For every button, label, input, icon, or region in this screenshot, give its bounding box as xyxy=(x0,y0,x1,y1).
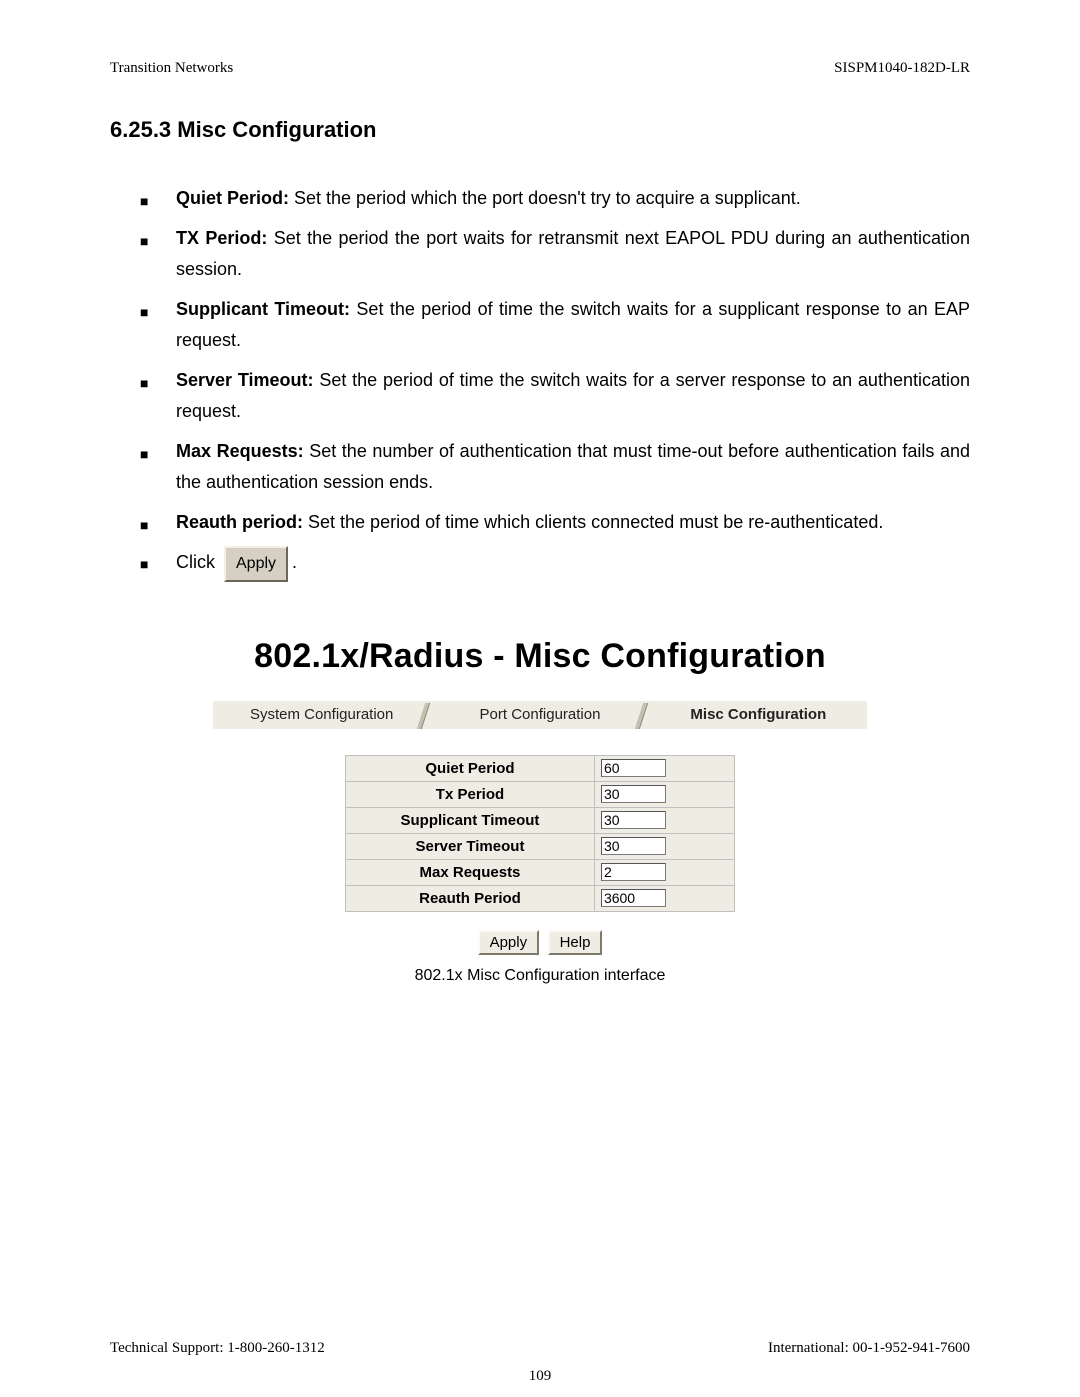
footer-left: Technical Support: 1-800-260-1312 xyxy=(110,1340,325,1357)
table-row: Quiet Period xyxy=(346,756,735,782)
click-prefix: Click xyxy=(176,552,220,572)
page-footer: Technical Support: 1-800-260-1312 Intern… xyxy=(110,1340,970,1357)
table-row: Max Requests xyxy=(346,860,735,886)
tx-period-input[interactable] xyxy=(601,785,666,803)
bullet-item: ■ Supplicant Timeout: Set the period of … xyxy=(140,294,970,357)
figure: 802.1x/Radius - Misc Configuration Syste… xyxy=(110,637,970,985)
header-left: Transition Networks xyxy=(110,60,233,77)
bullet-item: ■ Quiet Period: Set the period which the… xyxy=(140,183,970,215)
bullet-bold: Server Timeout: xyxy=(176,370,314,390)
page: Transition Networks SISPM1040-182D-LR 6.… xyxy=(0,0,1080,1397)
server-timeout-input[interactable] xyxy=(601,837,666,855)
table-row: Tx Period xyxy=(346,782,735,808)
bullet-rest: Set the period the port waits for retran… xyxy=(176,228,970,280)
bullet-text: TX Period: Set the period the port waits… xyxy=(176,223,970,286)
apply-button-inline[interactable]: Apply xyxy=(224,546,288,582)
bullet-marker-icon: ■ xyxy=(140,223,176,286)
bullet-marker-icon: ■ xyxy=(140,507,176,539)
bullet-item: ■ Click Apply. xyxy=(140,546,970,582)
bullet-marker-icon: ■ xyxy=(140,294,176,357)
tab-divider-icon xyxy=(859,703,867,729)
tab-divider-icon xyxy=(423,703,431,729)
bullet-marker-icon: ■ xyxy=(140,436,176,499)
bullet-bold: Quiet Period: xyxy=(176,188,289,208)
bullet-item: ■ Max Requests: Set the number of authen… xyxy=(140,436,970,499)
tab-system-configuration[interactable]: System Configuration xyxy=(213,701,431,729)
quiet-period-input[interactable] xyxy=(601,759,666,777)
row-label: Supplicant Timeout xyxy=(346,808,595,834)
bullet-bold: Max Requests: xyxy=(176,441,304,461)
tab-label: Misc Configuration xyxy=(690,706,826,723)
tab-divider-icon xyxy=(641,703,649,729)
click-suffix: . xyxy=(292,552,297,572)
bullet-item: ■ Server Timeout: Set the period of time… xyxy=(140,365,970,428)
row-label: Reauth Period xyxy=(346,886,595,912)
bullet-marker-icon: ■ xyxy=(140,365,176,428)
table-row: Server Timeout xyxy=(346,834,735,860)
bullet-item: ■ Reauth period: Set the period of time … xyxy=(140,507,970,539)
bullet-item: ■ TX Period: Set the period the port wai… xyxy=(140,223,970,286)
figure-caption: 802.1x Misc Configuration interface xyxy=(110,967,970,985)
reauth-period-input[interactable] xyxy=(601,889,666,907)
row-label: Quiet Period xyxy=(346,756,595,782)
tab-bar: System Configuration Port Configuration … xyxy=(213,701,868,729)
bullet-text: Server Timeout: Set the period of time t… xyxy=(176,365,970,428)
section-heading: 6.25.3 Misc Configuration xyxy=(110,117,970,143)
bullet-bold: TX Period: xyxy=(176,228,267,248)
max-requests-input[interactable] xyxy=(601,863,666,881)
header-right: SISPM1040-182D-LR xyxy=(834,60,970,77)
supplicant-timeout-input[interactable] xyxy=(601,811,666,829)
figure-title: 802.1x/Radius - Misc Configuration xyxy=(110,637,970,676)
tab-label: System Configuration xyxy=(250,706,393,723)
bullet-marker-icon: ■ xyxy=(140,546,176,582)
bullet-bold: Supplicant Timeout: xyxy=(176,299,350,319)
table-row: Reauth Period xyxy=(346,886,735,912)
bullet-text: Click Apply. xyxy=(176,546,970,582)
page-header: Transition Networks SISPM1040-182D-LR xyxy=(110,60,970,77)
config-table: Quiet Period Tx Period Supplicant Timeou… xyxy=(345,755,735,912)
bullet-text: Max Requests: Set the number of authenti… xyxy=(176,436,970,499)
help-button[interactable]: Help xyxy=(548,930,603,955)
page-number: 109 xyxy=(0,1368,1080,1385)
action-row: Apply Help xyxy=(110,930,970,955)
bullet-bold: Reauth period: xyxy=(176,512,303,532)
bullet-rest: Set the period of time which clients con… xyxy=(303,512,883,532)
apply-button[interactable]: Apply xyxy=(478,930,540,955)
row-label: Max Requests xyxy=(346,860,595,886)
bullet-text: Supplicant Timeout: Set the period of ti… xyxy=(176,294,970,357)
tab-label: Port Configuration xyxy=(480,706,601,723)
bullet-text: Reauth period: Set the period of time wh… xyxy=(176,507,970,539)
tab-misc-configuration[interactable]: Misc Configuration xyxy=(649,701,867,729)
row-label: Server Timeout xyxy=(346,834,595,860)
bullet-list: ■ Quiet Period: Set the period which the… xyxy=(110,183,970,582)
tab-port-configuration[interactable]: Port Configuration xyxy=(431,701,649,729)
footer-right: International: 00-1-952-941-7600 xyxy=(768,1340,970,1357)
bullet-rest: Set the period which the port doesn't tr… xyxy=(289,188,801,208)
bullet-marker-icon: ■ xyxy=(140,183,176,215)
bullet-text: Quiet Period: Set the period which the p… xyxy=(176,183,970,215)
table-row: Supplicant Timeout xyxy=(346,808,735,834)
row-label: Tx Period xyxy=(346,782,595,808)
